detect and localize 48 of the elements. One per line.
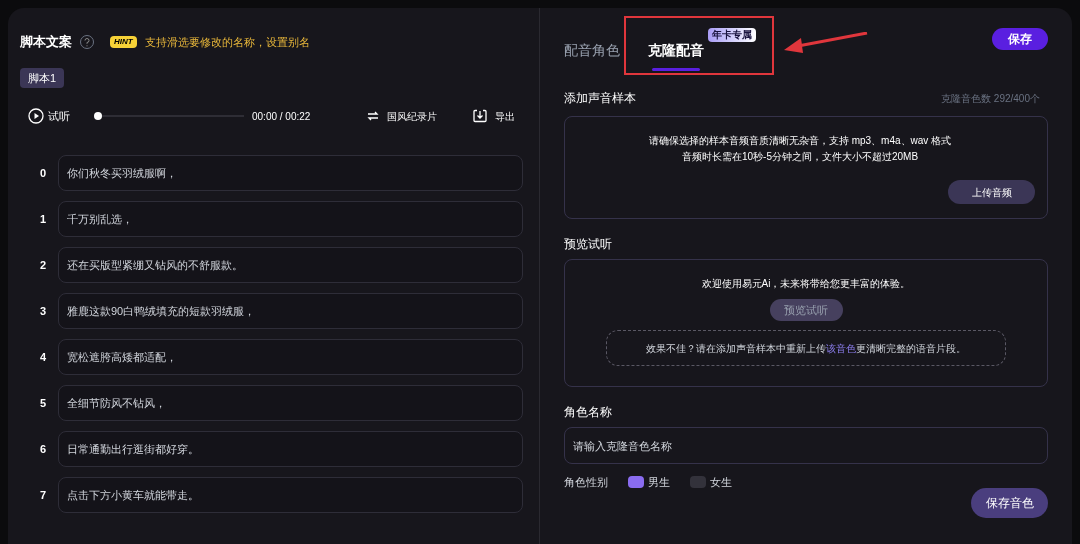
- save-voice-button[interactable]: 保存音色: [971, 488, 1048, 518]
- upload-note: 请确保选择的样本音频音质清晰无杂音，支持 mp3、m4a、wav 格式: [648, 134, 952, 148]
- welcome-text: 欢迎使用易元Ai，未来将带给您更丰富的体验。: [701, 277, 911, 291]
- export-button[interactable]: 导出: [473, 108, 515, 124]
- section-title: 脚本文案: [20, 33, 72, 52]
- gender-option[interactable]: 男生: [628, 473, 670, 491]
- line-number: 7: [39, 487, 48, 503]
- name-input-field[interactable]: 请输入克隆音色名称: [564, 427, 1048, 464]
- save-button[interactable]: 保存: [992, 28, 1048, 50]
- gender-label: 角色性别: [564, 474, 608, 490]
- upload-button[interactable]: 上传音频: [948, 180, 1035, 204]
- script-line-field[interactable]: 还在买版型紧绷又钻风的不舒服款。: [58, 247, 523, 283]
- line-number: 6: [39, 441, 48, 457]
- line-number: 0: [39, 165, 48, 181]
- line-number: 2: [39, 257, 48, 273]
- style-button[interactable]: 国风纪录片: [367, 108, 437, 124]
- script-tab[interactable]: 脚本1: [20, 68, 65, 88]
- section-title: 预览试听: [564, 236, 613, 253]
- section-title: 角色名称: [564, 404, 613, 421]
- section-title: 添加声音样本: [564, 90, 636, 107]
- play-icon: [28, 108, 44, 124]
- script-line-field[interactable]: 千万别乱选，: [58, 201, 523, 237]
- tab[interactable]: 克隆配音: [648, 40, 704, 72]
- script-line-field[interactable]: 雅鹿这款90白鸭绒填充的短款羽绒服，: [58, 293, 523, 329]
- script-line-field[interactable]: 全细节防风不钻风，: [58, 385, 523, 421]
- line-number: 4: [39, 349, 48, 365]
- script-line-field[interactable]: 点击下方小黄车就能带走。: [58, 477, 523, 513]
- line-number: 1: [39, 211, 48, 227]
- tip-text: 效果不佳？请在添加声音样本中重新上传该音色更清晰完整的语音片段。: [646, 341, 966, 356]
- clone-count: 克隆音色数 292/400个: [941, 91, 1040, 106]
- hint-badge: HINT: [110, 36, 137, 48]
- script-line-field[interactable]: 你们秋冬买羽绒服啊，: [58, 155, 523, 191]
- upload-note: 音频时长需在10秒-5分钟之间，文件大小不超过20MB: [681, 150, 919, 164]
- progress-thumb[interactable]: [94, 112, 102, 120]
- preview-button[interactable]: 预览试听: [769, 299, 843, 321]
- script-line-field[interactable]: 宽松遮胯高矮都适配，: [58, 339, 523, 375]
- script-line-field[interactable]: 日常通勤出行逛街都好穿。: [58, 431, 523, 467]
- play-button[interactable]: 试听: [28, 107, 70, 125]
- line-number: 5: [39, 395, 48, 411]
- line-number: 3: [39, 303, 48, 319]
- tab-badge: 年卡专属: [708, 28, 756, 42]
- tab-underline: [652, 68, 700, 71]
- download-icon: [473, 109, 487, 123]
- hint-text: 支持滑选要修改的名称，设置别名: [144, 34, 310, 50]
- swap-icon: [367, 110, 379, 122]
- gender-option[interactable]: 女生: [690, 473, 732, 491]
- time-text: 00:00 / 00:22: [252, 109, 311, 124]
- tab[interactable]: 配音角色: [564, 40, 620, 72]
